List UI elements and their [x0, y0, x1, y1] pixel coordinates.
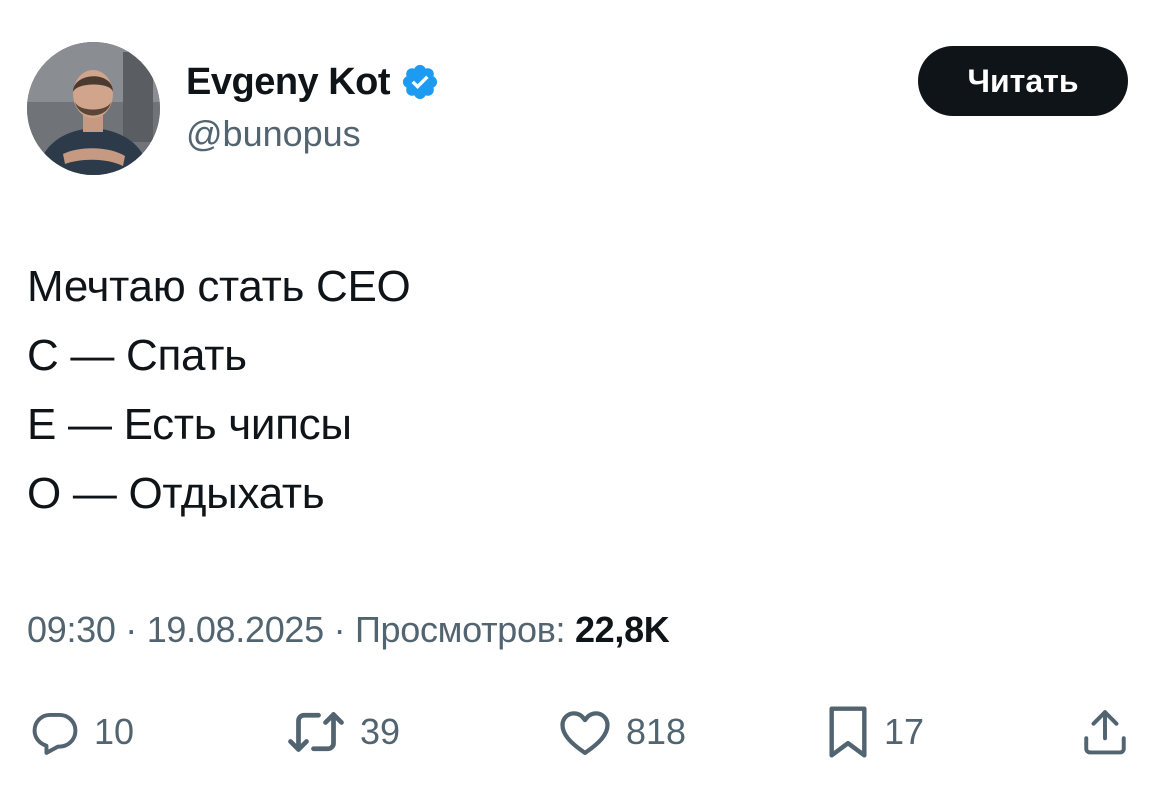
tweet-date[interactable]: 19.08.2025	[147, 609, 324, 650]
bookmark-button[interactable]: 17	[826, 702, 924, 762]
retweet-button[interactable]: 39	[286, 702, 400, 762]
author-name-row: Evgeny Kot	[186, 58, 440, 106]
share-button[interactable]	[1082, 702, 1128, 762]
meta-separator: ·	[323, 609, 355, 650]
tweet-meta: 09:30 · 19.08.2025 · Просмотров: 22,8K	[27, 608, 670, 652]
retweet-count: 39	[360, 711, 401, 752]
tweet-line: О — Отдыхать	[27, 469, 325, 518]
reply-count: 10	[94, 711, 135, 752]
verified-badge-icon	[400, 62, 440, 102]
meta-separator: ·	[115, 609, 147, 650]
tweet-text: Мечтаю стать СЕО С — Спать Е — Есть чипс…	[27, 252, 1127, 528]
retweet-icon	[286, 707, 346, 757]
tweet-line: Е — Есть чипсы	[27, 400, 352, 449]
tweet-line: Мечтаю стать СЕО	[27, 262, 411, 311]
bookmark-count: 17	[884, 711, 925, 752]
author-handle[interactable]: @bunopus	[186, 116, 361, 152]
heart-icon	[558, 707, 612, 757]
like-button[interactable]: 818	[558, 702, 686, 762]
tweet-line: С — Спать	[27, 331, 247, 380]
read-button[interactable]: Читать	[918, 46, 1128, 116]
author-name[interactable]: Evgeny Kot	[186, 63, 391, 101]
reply-icon	[30, 707, 80, 757]
avatar[interactable]	[27, 42, 160, 175]
tweet-time[interactable]: 09:30	[27, 609, 116, 650]
like-count: 818	[626, 711, 687, 752]
profile-photo	[27, 42, 160, 175]
views-count: 22,8K	[574, 609, 670, 650]
views-label: Просмотров:	[354, 609, 575, 650]
share-icon	[1082, 707, 1128, 757]
reply-button[interactable]: 10	[30, 702, 134, 762]
bookmark-icon	[826, 704, 870, 760]
